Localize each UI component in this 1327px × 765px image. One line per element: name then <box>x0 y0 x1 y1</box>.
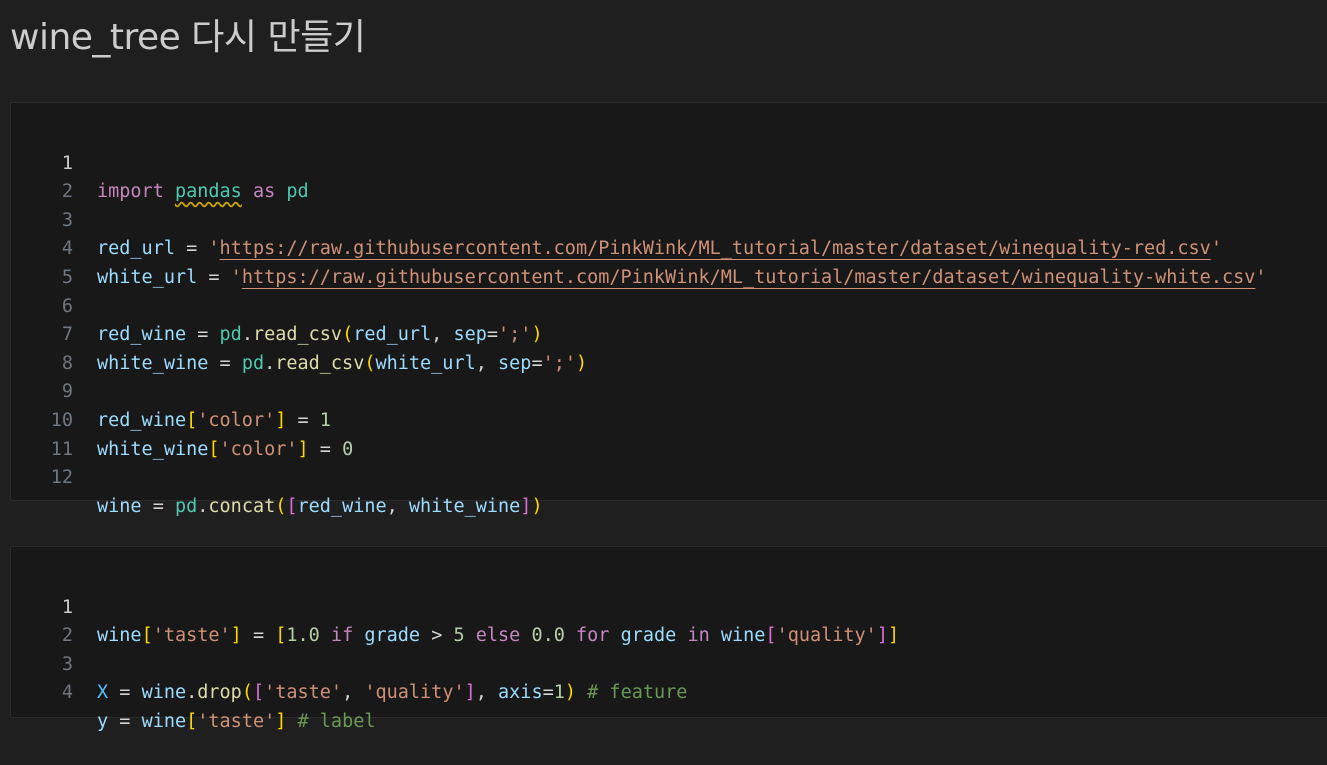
token: wine <box>141 710 187 732</box>
code-line: 8 <box>11 321 1327 374</box>
token: [ <box>252 682 265 704</box>
line-number: 12 <box>50 467 73 489</box>
token: 'quality' <box>364 682 465 704</box>
token: ] <box>275 710 287 732</box>
code-line: 3 red_url = 'https://raw.githubuserconte… <box>11 178 1327 260</box>
code-cell-1[interactable]: 1 import pandas as pd 2 3 red_url = 'htt… <box>10 102 1327 517</box>
code-line: 3 X = wine.drop(['taste', 'quality'], ax… <box>11 622 1327 704</box>
token: [ <box>286 495 298 517</box>
code-line: 2 <box>11 594 1327 646</box>
code-line: 5 <box>11 235 1327 288</box>
token: , <box>475 682 499 704</box>
token: red_wine <box>297 495 387 517</box>
token: white_wine <box>408 495 521 517</box>
token: 'taste' <box>197 710 276 732</box>
token: wine <box>97 495 142 517</box>
code-line: 2 <box>11 150 1327 202</box>
token: = <box>152 495 164 517</box>
token: ) <box>531 495 543 517</box>
token: ] <box>520 495 532 517</box>
token: = <box>119 710 131 732</box>
token: ( <box>241 682 253 704</box>
token: wine <box>141 682 187 704</box>
token: pd <box>174 495 198 517</box>
comment: # label <box>297 710 376 732</box>
code-line: 12 wine = pd.concat([red_wine, white_win… <box>11 436 1327 517</box>
token: 1 <box>553 682 565 704</box>
token: axis <box>498 682 543 704</box>
code-line: 10 white_wine['color'] = 0 <box>11 378 1327 460</box>
token: drop <box>197 682 242 704</box>
code-line: 1 import pandas as pd <box>11 121 1327 203</box>
code-line: 7 white_wine = pd.read_csv(white_url, se… <box>11 293 1327 374</box>
markdown-title: wine_tree 다시 만들기 <box>10 17 366 58</box>
code-editor[interactable]: 1 import pandas as pd 2 3 red_url = 'htt… <box>11 121 1327 517</box>
token: [ <box>186 710 198 732</box>
code-cell-2[interactable]: 1 wine['taste'] = [1.0 if grade > 5 else… <box>10 546 1327 732</box>
code-line: 4 white_url = 'https://raw.githubusercon… <box>11 207 1327 288</box>
token: , <box>386 495 409 517</box>
token: . <box>197 495 209 517</box>
token: ) <box>564 682 577 704</box>
code-line: 1 wine['taste'] = [1.0 if grade > 5 else… <box>11 565 1327 647</box>
token: X <box>97 682 109 704</box>
token: , <box>342 682 365 704</box>
token: ] <box>464 682 476 704</box>
token: concat <box>208 495 276 517</box>
comment: # feature <box>587 682 688 704</box>
token: 'taste' <box>264 682 343 704</box>
token: = <box>542 682 554 704</box>
code-editor[interactable]: 1 wine['taste'] = [1.0 if grade > 5 else… <box>11 565 1327 732</box>
token: y <box>97 710 109 732</box>
code-line: 9 red_wine['color'] = 1 <box>11 350 1327 431</box>
code-line: 4 y = wine['taste'] # label <box>11 651 1327 732</box>
code-line: 11 <box>11 407 1327 460</box>
line-number: 4 <box>61 682 73 704</box>
token: ( <box>275 495 287 517</box>
code-line: 6 red_wine = pd.read_csv(red_url, sep=';… <box>11 264 1327 346</box>
token: = <box>119 682 131 704</box>
token: . <box>186 682 198 704</box>
